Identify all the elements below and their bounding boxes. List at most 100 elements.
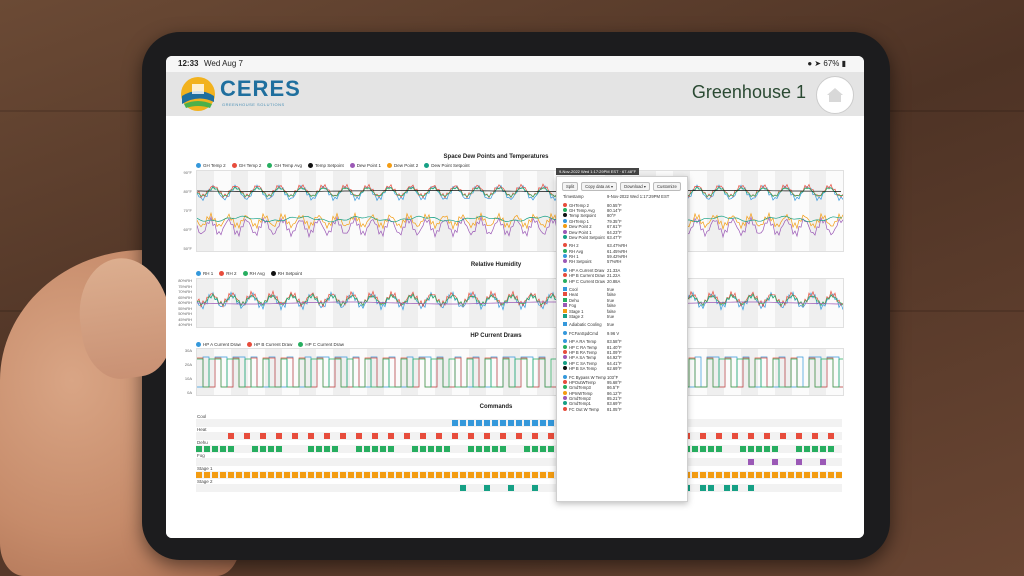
tooltip-name-text: GrndTemp1 bbox=[569, 401, 591, 407]
command-segment bbox=[500, 433, 506, 439]
tooltip-name-text: GH Temp Avg bbox=[569, 207, 595, 213]
tooltip-values: GHTemp 2 80.55°F GH Temp Avg 80.14°F Temp Se… bbox=[557, 202, 687, 415]
tooltip-swatch bbox=[563, 406, 567, 411]
command-segment bbox=[540, 472, 546, 478]
home-button[interactable] bbox=[816, 76, 854, 114]
tooltip-swatch bbox=[563, 224, 567, 229]
command-segment bbox=[388, 446, 394, 452]
status-right: ● ➤ 67% ▮ bbox=[807, 59, 846, 68]
tooltip-swatch bbox=[563, 355, 567, 360]
copy-data-button[interactable]: Copy data as ▾ bbox=[581, 182, 618, 191]
command-segment bbox=[356, 472, 362, 478]
legend-swatch bbox=[387, 163, 393, 168]
legend-item[interactable]: RH 2 bbox=[219, 271, 237, 276]
night-band bbox=[231, 349, 248, 395]
command-segment bbox=[324, 446, 330, 452]
legend-item[interactable]: GH Temp Avg bbox=[267, 163, 302, 168]
night-band bbox=[197, 171, 214, 251]
command-segment bbox=[460, 472, 466, 478]
command-segment bbox=[220, 446, 226, 452]
customize-button[interactable]: Customize bbox=[653, 182, 681, 191]
command-segment bbox=[804, 472, 810, 478]
command-segment bbox=[356, 446, 362, 452]
command-segment bbox=[420, 433, 426, 439]
y-tick-label: 70%RH bbox=[178, 289, 192, 294]
tooltip-series-name: FC Out W Temp bbox=[563, 406, 607, 412]
download-button[interactable]: Download ▾ bbox=[620, 182, 650, 191]
command-segment bbox=[724, 485, 730, 491]
command-segment bbox=[492, 472, 498, 478]
y-tick-label: 45%RH bbox=[178, 316, 192, 322]
tooltip-series-name: Fog bbox=[563, 303, 607, 308]
tooltip-name-text: FC Bypass W Temp bbox=[569, 374, 606, 380]
legend-item[interactable]: GH Temp 2 bbox=[231, 163, 261, 168]
command-segment bbox=[436, 433, 442, 439]
command-segment bbox=[748, 446, 754, 452]
command-segment bbox=[820, 459, 826, 465]
command-segment bbox=[820, 472, 826, 478]
wifi-icon: ● bbox=[807, 59, 813, 68]
command-segment bbox=[804, 446, 810, 452]
command-segment bbox=[260, 472, 266, 478]
tooltip-series-name: Temp Setpoint bbox=[563, 213, 607, 218]
tooltip-name-text: Temp Setpoint bbox=[569, 213, 596, 219]
command-segment bbox=[524, 472, 530, 478]
tooltip-series-name: HP A Current Draw bbox=[563, 267, 607, 273]
plot-hp-current[interactable] bbox=[196, 348, 844, 396]
tooltip-swatch bbox=[563, 322, 567, 327]
legend-label: RH Setpoint bbox=[277, 271, 302, 276]
legend-item[interactable]: Dew Point Setpoint bbox=[424, 163, 470, 168]
tooltip-series-value: 81.09°F bbox=[607, 349, 622, 355]
tooltip-swatch bbox=[563, 396, 567, 401]
tooltip-series-name: GH Temp Avg bbox=[563, 207, 607, 213]
command-segment bbox=[732, 485, 738, 491]
command-segment bbox=[764, 472, 770, 478]
command-segment bbox=[220, 472, 226, 478]
tooltip-series-value: 80°F bbox=[607, 213, 616, 219]
legend-swatch bbox=[270, 271, 276, 276]
split-button[interactable]: Split bbox=[562, 182, 579, 191]
command-segment bbox=[756, 446, 762, 452]
night-band bbox=[367, 171, 384, 251]
tooltip-name-text: Fog bbox=[569, 303, 577, 309]
legend-label: RH 1 bbox=[203, 271, 214, 276]
tooltip-series-name: HP C SA Temp bbox=[563, 360, 607, 366]
timestamp-value: 9-Nov-2022 Wed 1:17:29PM EST bbox=[607, 194, 670, 200]
tooltip-series-name: HPInWTemp bbox=[563, 390, 607, 396]
legend-item[interactable]: RH 1 bbox=[196, 271, 213, 276]
command-segment bbox=[284, 472, 290, 478]
tooltip-name-text: HP B Current Draw bbox=[569, 273, 605, 279]
tooltip-name-text: RH 2 bbox=[569, 243, 579, 249]
legend-label: Dew Point 2 bbox=[394, 163, 419, 168]
legend-item[interactable]: Dew Point 1 bbox=[349, 163, 381, 168]
command-segment bbox=[452, 420, 458, 426]
plot-temperatures[interactable] bbox=[196, 170, 844, 252]
location-icon: ➤ bbox=[814, 59, 822, 68]
command-segment bbox=[780, 472, 786, 478]
chart-title-hp-current: HP Current Draws bbox=[470, 333, 522, 339]
legend-item[interactable]: Temp Setpoint bbox=[307, 163, 344, 168]
legend-item[interactable]: Dew Point 2 bbox=[387, 163, 418, 168]
tooltip-series-name: HP B Current Draw bbox=[563, 273, 607, 278]
legend-item[interactable]: RH Setpoint bbox=[270, 271, 302, 276]
tooltip-name-text: Heat bbox=[569, 292, 578, 298]
legend-item[interactable]: HP A Current Draw bbox=[196, 342, 241, 347]
legend-item[interactable]: RH Avg bbox=[242, 271, 265, 276]
command-row bbox=[196, 471, 842, 479]
tooltip-series-name: RH Setpoint bbox=[563, 259, 607, 264]
command-segment bbox=[700, 472, 706, 478]
tooltip-name-text: FC Out W Temp bbox=[569, 406, 599, 412]
tooltip-series-value: false bbox=[607, 308, 616, 314]
tooltip-series-value: 57%RH bbox=[607, 259, 622, 265]
tooltip-series-name: HP C RA Temp bbox=[563, 344, 607, 350]
legend-item[interactable]: HP B Current Draw bbox=[246, 342, 293, 347]
legend-item[interactable]: GH Temp 2 bbox=[196, 163, 226, 168]
y-tick-label: 65%RH bbox=[178, 294, 192, 300]
plot-humidity[interactable] bbox=[196, 278, 844, 328]
legend-item[interactable]: HP C Current Draw bbox=[298, 342, 344, 347]
legend-swatch bbox=[196, 163, 201, 168]
legend-label: HP B Current Draw bbox=[253, 342, 293, 347]
command-segment bbox=[436, 472, 442, 478]
command-segment bbox=[276, 433, 282, 439]
tooltip-series-name: Dehu bbox=[563, 297, 607, 303]
